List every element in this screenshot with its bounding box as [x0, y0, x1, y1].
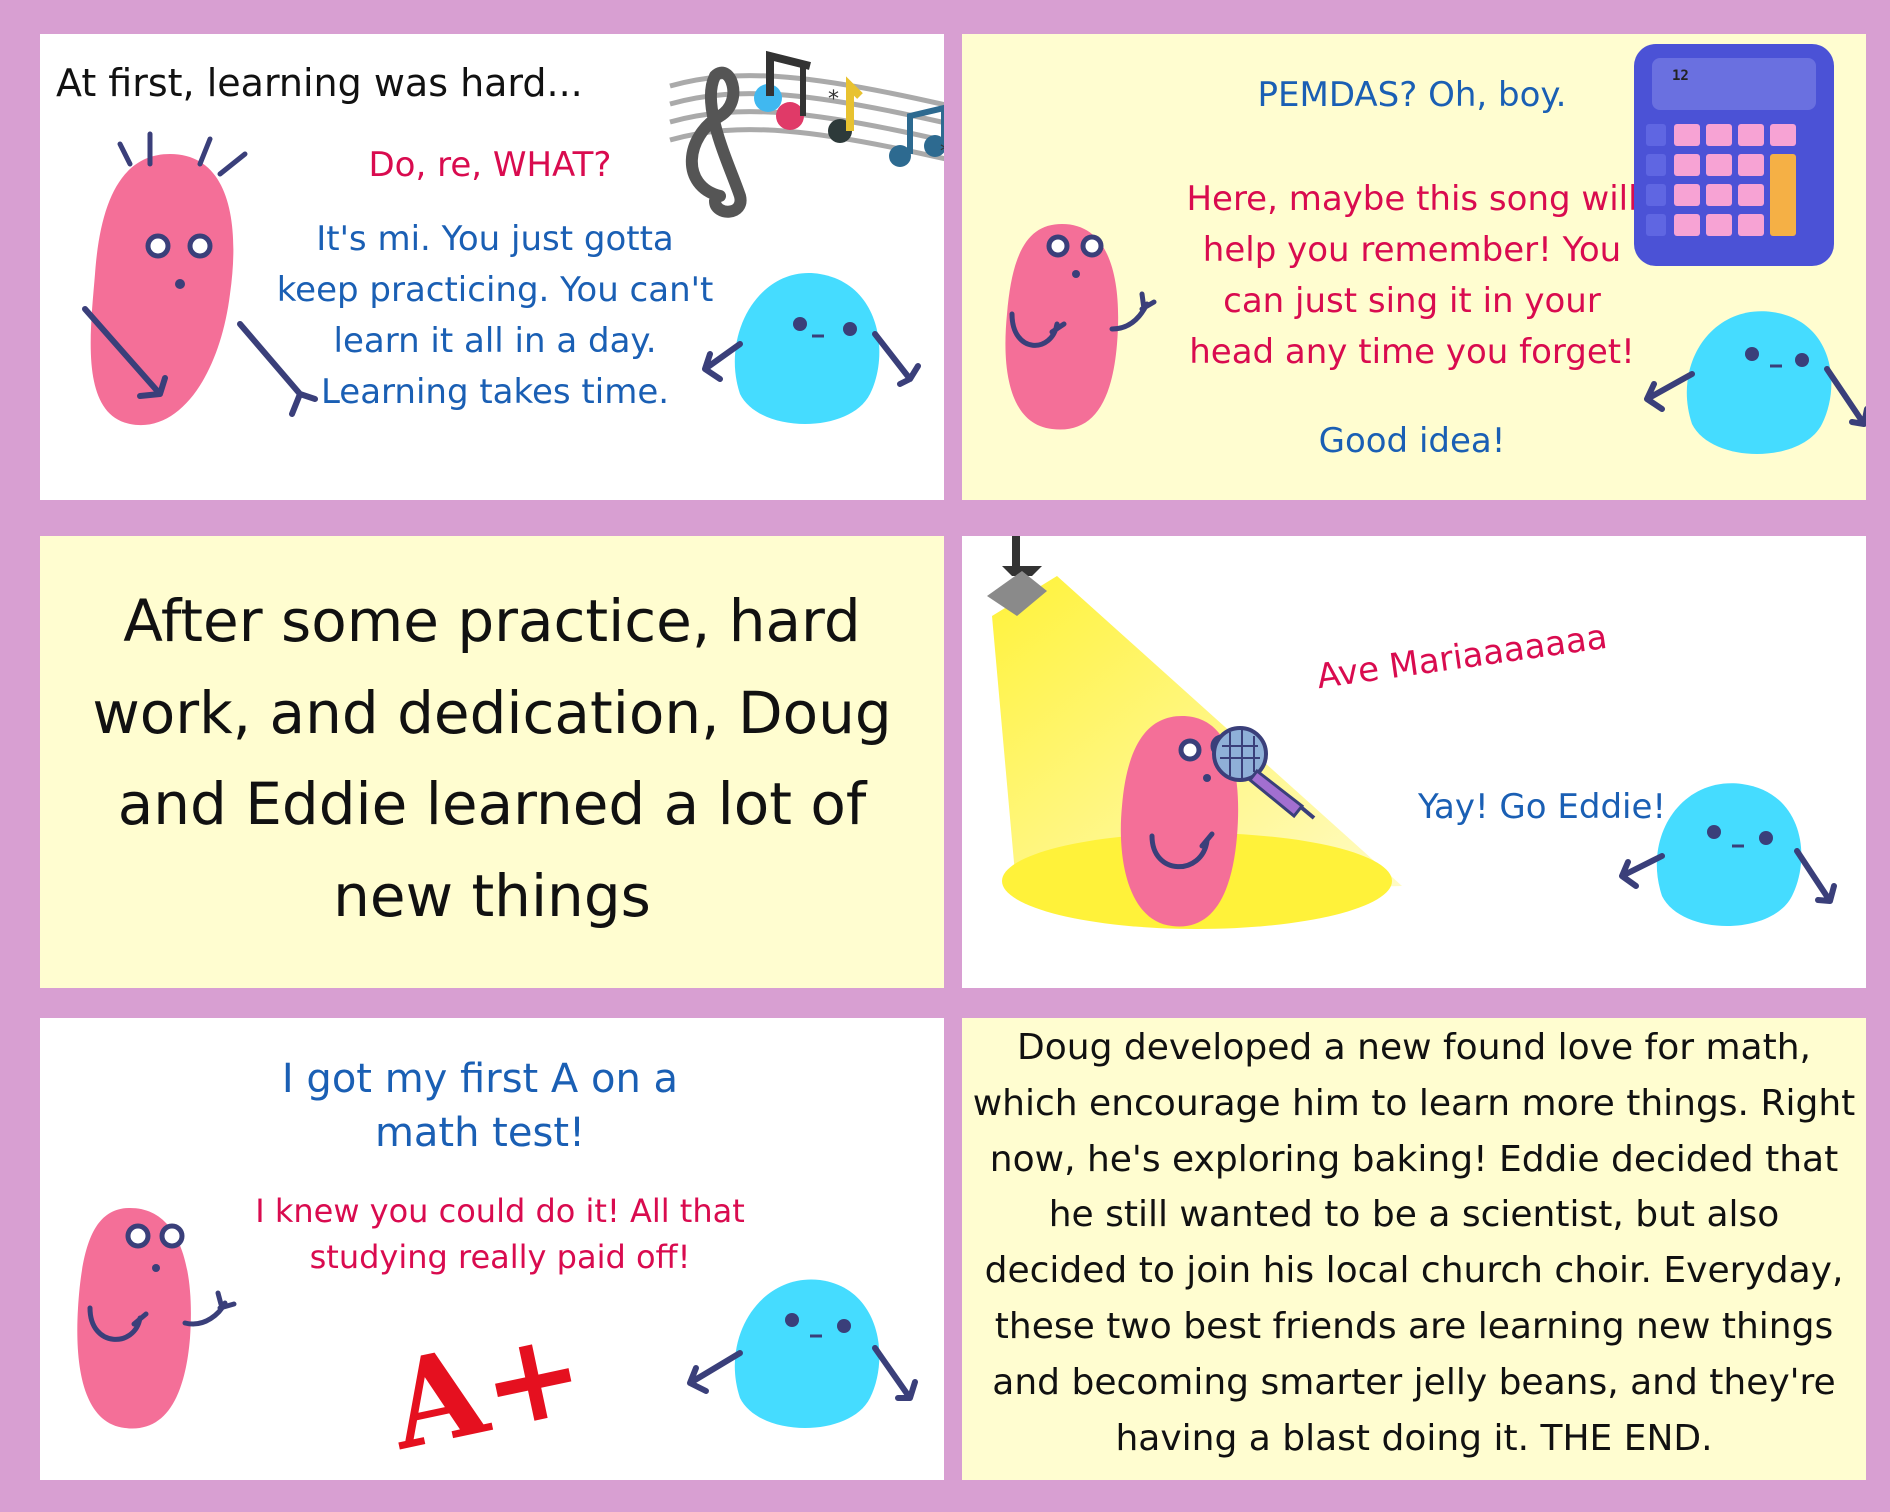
svg-text:*: * [828, 87, 839, 112]
panel-5: I got my first A on a math test! I knew … [40, 1018, 944, 1480]
eddie-speech: It's mi. You just gotta keep practicing.… [276, 219, 714, 412]
panel-2: PEMDAS? Oh, boy. Here, maybe this song w… [962, 34, 1866, 500]
eddie-speech: Here, maybe this song will help you reme… [1186, 179, 1638, 372]
blue-jelly-bean [687, 1279, 918, 1428]
blue-jelly-bean [1619, 783, 1837, 926]
calculator-icon: 12 [1634, 44, 1834, 266]
panel-6: Doug developed a new found love for math… [962, 1018, 1866, 1480]
grade-a-plus: A+ [377, 1299, 597, 1478]
spotlight-lamp-icon [987, 536, 1047, 616]
ending-narration: Doug developed a new found love for math… [972, 1027, 1856, 1459]
panel-3: After some practice, hard work, and dedi… [40, 536, 944, 988]
panel-1: At first, learning was hard... * * Do, r… [40, 34, 944, 500]
panel-1-caption: At first, learning was hard... [56, 61, 583, 105]
doug-speech: I got my first A on a math test! [281, 1056, 679, 1156]
narration-caption: After some practice, hard work, and dedi… [92, 587, 892, 930]
panel-4: Ave Mariaaaaaaa Yay! Go Eddie! [962, 536, 1866, 988]
doug-reply: Good idea! [1318, 421, 1506, 461]
svg-text:*: * [940, 139, 944, 163]
pink-jelly-bean [1005, 224, 1157, 430]
music-notes-icon: * * [669, 50, 944, 218]
microphone-icon [1212, 726, 1316, 820]
pink-jelly-bean [82, 131, 318, 426]
calculator-keys [1646, 124, 1796, 236]
eddie-speech: I knew you could do it! All that studyin… [255, 1192, 745, 1277]
blue-jelly-bean [1644, 311, 1866, 454]
doug-speech: Do, re, WHAT? [368, 145, 612, 185]
calculator-screen: 12 [1652, 58, 1816, 110]
blue-jelly-bean [702, 273, 921, 424]
pink-jelly-bean [77, 1208, 237, 1429]
doug-speech: PEMDAS? Oh, boy. [1257, 75, 1567, 115]
calculator-display: 12 [1672, 68, 1689, 84]
